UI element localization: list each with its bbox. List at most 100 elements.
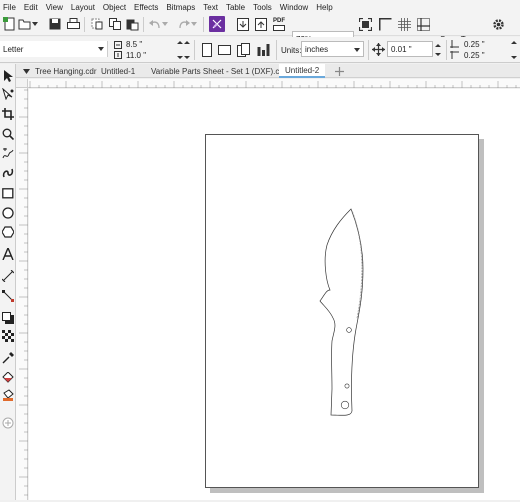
pick-tool-icon[interactable] <box>0 67 16 85</box>
landscape-icon[interactable] <box>216 42 232 58</box>
units-value: inches <box>305 44 329 54</box>
tab-scroll-left-icon[interactable] <box>23 68 30 74</box>
menu-table[interactable]: Table <box>223 3 250 12</box>
vertical-ruler[interactable] <box>16 79 28 500</box>
menu-edit[interactable]: Edit <box>21 3 43 12</box>
menu-window[interactable]: Window <box>277 3 313 12</box>
size-spinner-icon[interactable] <box>184 40 190 60</box>
new-tab-button[interactable] <box>331 64 348 78</box>
interactive-fill-icon[interactable] <box>0 369 16 387</box>
duplicate-spinner-icon[interactable] <box>511 40 517 60</box>
tab-label: Variable Parts Sheet - Set 1 (DXF).cdr <box>151 66 287 76</box>
show-rulers-icon[interactable] <box>377 16 393 32</box>
menu-object[interactable]: Object <box>100 3 131 12</box>
menu-bitmaps[interactable]: Bitmaps <box>163 3 200 12</box>
tab-untitled-2[interactable]: Untitled-2 <box>279 64 326 78</box>
page-size-combo[interactable]: Letter <box>0 41 108 57</box>
all-pages-icon[interactable] <box>236 42 252 58</box>
menu-tools[interactable]: Tools <box>250 3 277 12</box>
nudge-distance-input[interactable]: 0.01 " <box>387 41 433 57</box>
horizontal-ruler[interactable] <box>28 79 520 88</box>
page-size-value: Letter <box>3 44 24 54</box>
units-label: Units: <box>281 46 302 55</box>
pdf-label: PDF <box>273 17 285 24</box>
size-spinner-icon[interactable] <box>177 40 183 60</box>
page-height-value: 11.0 " <box>126 50 147 60</box>
knife-blade-outline[interactable] <box>319 208 364 416</box>
parallel-dimension-icon[interactable] <box>0 267 16 285</box>
export-up-icon[interactable] <box>253 16 269 32</box>
duplicate-y-input[interactable]: 0.25 " <box>461 50 509 60</box>
duplicate-x-input[interactable]: 0.25 " <box>461 39 509 49</box>
page-width-value: 8.5 " <box>126 39 143 49</box>
page-height-input[interactable]: 11.0 " <box>123 50 175 60</box>
copy-icon[interactable] <box>107 16 123 32</box>
tab-label: Tree Hanging.cdr <box>35 66 97 76</box>
menu-view[interactable]: View <box>43 3 68 12</box>
plus-icon <box>335 66 344 76</box>
units-dropdown-icon[interactable] <box>354 48 360 52</box>
tab-untitled-1[interactable]: Untitled-1 <box>95 64 141 78</box>
shape-tool-icon[interactable] <box>0 85 16 103</box>
menu-help[interactable]: Help <box>313 3 337 12</box>
cut-icon[interactable] <box>89 16 105 32</box>
portrait-icon[interactable] <box>199 42 215 58</box>
crop-tool-icon[interactable] <box>0 105 16 123</box>
knife-lanyard-hole <box>340 400 350 410</box>
publish-pdf-icon[interactable]: PDF <box>270 16 288 32</box>
paste-icon[interactable] <box>124 16 140 32</box>
standard-toolbar: PDF 72% Snap To <box>0 14 520 47</box>
knife-pin-hole-middle <box>344 383 350 389</box>
connector-tool-icon[interactable] <box>0 287 16 305</box>
menu-effects[interactable]: Effects <box>131 3 163 12</box>
drop-shadow-icon[interactable] <box>0 309 16 327</box>
freehand-tool-icon[interactable] <box>0 145 16 163</box>
nudge-distance-value: 0.01 " <box>391 44 412 54</box>
tab-tree-hanging[interactable]: Tree Hanging.cdr <box>17 64 103 78</box>
property-bar: Letter 8.5 " 11.0 " Units: inches 0.01 "… <box>0 37 520 63</box>
document-page[interactable] <box>205 134 479 488</box>
knife-outline-drawing[interactable] <box>206 135 480 489</box>
redo-dropdown-icon[interactable] <box>190 16 198 32</box>
open-dropdown-icon[interactable] <box>31 16 39 32</box>
ellipse-tool-icon[interactable] <box>0 204 16 222</box>
tab-variable-parts-sheet[interactable]: Variable Parts Sheet - Set 1 (DXF).cdr <box>145 64 292 78</box>
import-icon[interactable] <box>209 16 225 32</box>
text-tool-icon[interactable] <box>0 245 16 263</box>
show-guidelines-icon[interactable] <box>415 16 431 32</box>
print-icon[interactable] <box>65 16 81 32</box>
show-grid-icon[interactable] <box>396 16 412 32</box>
current-page-icon[interactable] <box>256 42 272 58</box>
height-icon <box>114 51 122 59</box>
undo-dropdown-icon[interactable] <box>161 16 169 32</box>
rectangle-tool-icon[interactable] <box>0 184 16 202</box>
ruler-origin[interactable] <box>16 79 28 88</box>
new-document-icon[interactable] <box>1 16 17 32</box>
knife-pin-hole-upper <box>346 327 352 333</box>
document-tabs: Tree Hanging.cdr Untitled-1 Variable Par… <box>0 64 520 78</box>
units-combo[interactable]: inches <box>301 41 364 57</box>
duplicate-x-value: 0.25 " <box>464 39 485 49</box>
tab-label: Untitled-2 <box>285 65 320 75</box>
duplicate-y-value: 0.25 " <box>464 50 485 60</box>
tab-label: Untitled-1 <box>101 66 136 76</box>
polygon-tool-icon[interactable] <box>0 223 16 241</box>
menu-layout[interactable]: Layout <box>68 3 100 12</box>
artistic-media-icon[interactable] <box>0 164 16 182</box>
save-icon[interactable] <box>47 16 63 32</box>
options-gear-icon[interactable] <box>490 16 506 32</box>
menu-text[interactable]: Text <box>200 3 223 12</box>
zoom-tool-icon[interactable] <box>0 125 16 143</box>
menu-file[interactable]: File <box>0 3 21 12</box>
menu-bar: File Edit View Layout Object Effects Bit… <box>0 0 520 14</box>
full-screen-preview-icon[interactable] <box>357 16 373 32</box>
import-down-icon[interactable] <box>235 16 251 32</box>
nudge-spinner-icon[interactable] <box>435 43 441 57</box>
smart-fill-icon[interactable] <box>0 386 16 404</box>
page-width-input[interactable]: 8.5 " <box>123 39 175 49</box>
transparency-tool-icon[interactable] <box>0 327 16 345</box>
eyedropper-tool-icon[interactable] <box>0 349 16 367</box>
add-tool-icon[interactable] <box>0 414 16 432</box>
width-icon <box>114 41 122 49</box>
page-size-dropdown-icon[interactable] <box>98 47 104 51</box>
